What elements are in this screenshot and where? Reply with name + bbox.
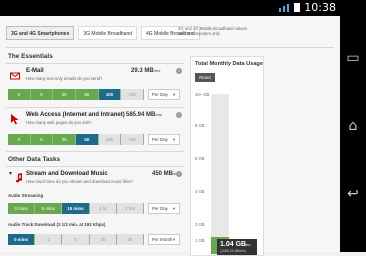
music-info-icon[interactable]: i — [176, 171, 182, 177]
web-option[interactable]: 5 — [30, 134, 54, 145]
web-options: 0 5 25 50 100 150 — [8, 134, 145, 145]
cursor-icon — [10, 112, 20, 125]
download-option-selected[interactable]: 0 mins — [8, 234, 36, 245]
chevron-down-icon: ▼ — [172, 237, 176, 242]
tab-smartphones[interactable]: 3G and 4G Smartphones — [6, 26, 75, 40]
total-usage-detail: (1065.24 MB/mo) — [220, 249, 247, 253]
email-info-icon[interactable]: i — [176, 68, 182, 74]
divider — [6, 151, 184, 152]
tab-note: 3G and 4G Mobile Broadband values are fo… — [178, 26, 247, 36]
web-option[interactable]: 100 — [98, 134, 122, 145]
divider — [6, 63, 184, 64]
total-usage-unit: /mo — [244, 243, 251, 247]
email-option[interactable]: 5 — [30, 89, 54, 100]
web-title: Web Access (Internet and Intranet) — [26, 112, 125, 118]
total-usage-value: 1.04 GB — [220, 241, 247, 248]
tick-label: 6 GB — [195, 156, 205, 161]
audio-download-label: Audio Track Download (3 1/2 min. at 192 … — [8, 222, 106, 227]
divider — [6, 166, 184, 167]
streaming-option[interactable]: 2 hrs — [116, 203, 145, 214]
chevron-down-icon: ▼ — [172, 206, 176, 211]
music-title: Stream and Download Music — [26, 171, 108, 177]
chevron-down-icon: ▼ — [172, 92, 176, 97]
web-period-dropdown[interactable]: Per Day ▼ — [148, 134, 180, 145]
streaming-period-dropdown[interactable]: Per Day ▼ — [148, 203, 180, 214]
download-option[interactable]: 30 — [116, 234, 145, 245]
email-amount: 29.3 MB/mo — [131, 68, 161, 74]
tick-label: 10+ GB — [195, 92, 210, 97]
streaming-options: 0 mins 5 mins 15 mins 1 hr 2 hrs — [8, 203, 145, 214]
email-option-selected[interactable]: 100 — [98, 89, 122, 100]
tick-label: 2 GB — [195, 222, 205, 227]
divider — [6, 107, 184, 108]
web-option[interactable]: 25 — [53, 134, 77, 145]
web-option[interactable]: 150 — [121, 134, 145, 145]
email-option[interactable]: 150 — [121, 89, 145, 100]
email-options: 0 5 25 50 100 150 — [8, 89, 145, 100]
usage-gauge — [211, 94, 229, 254]
tick-label: 1 GB — [195, 238, 205, 243]
web-amount: 585.94 MB/mo — [126, 112, 163, 118]
streaming-option[interactable]: 0 mins — [8, 203, 36, 214]
tab-3g-broadband[interactable]: 3G Mobile Broadband — [78, 26, 138, 40]
device-tabs: 3G and 4G Smartphones 3G Mobile Broadban… — [6, 26, 200, 40]
web-option[interactable]: 0 — [8, 134, 31, 145]
email-option[interactable]: 25 — [53, 89, 77, 100]
streaming-option[interactable]: 5 mins — [35, 203, 63, 214]
chevron-down-icon: ▼ — [172, 137, 176, 142]
download-options: 0 mins 1 5 15 30 — [8, 234, 145, 245]
email-icon — [10, 68, 20, 80]
recent-apps-icon[interactable]: ▭ — [345, 50, 361, 66]
web-subtitle: How many web pages do you visit? — [26, 120, 92, 125]
music-note-icon — [15, 170, 25, 183]
home-icon[interactable]: ⌂ — [345, 118, 361, 134]
streaming-option[interactable]: 1 hr — [89, 203, 117, 214]
signal-battery-icons — [279, 3, 300, 12]
reset-button[interactable]: Reset — [195, 73, 215, 82]
download-option[interactable]: 1 — [35, 234, 63, 245]
section-title-essentials: The Essentials — [8, 53, 53, 60]
total-usage-readout: 1.04 GB /mo (1065.24 MB/mo) — [217, 239, 257, 255]
status-bar: 10:38 — [0, 0, 340, 16]
web-info-icon[interactable]: i — [176, 112, 182, 118]
audio-streaming-label: Audio Streaming — [8, 193, 44, 198]
tick-label: 8 GB — [195, 123, 205, 128]
status-time: 10:38 — [304, 1, 336, 14]
music-subtitle: How much time do you stream and download… — [26, 179, 133, 184]
email-option[interactable]: 50 — [76, 89, 99, 100]
section-title-other-tasks: Other Data Tasks — [8, 156, 61, 163]
download-period-dropdown[interactable]: Per Month ▼ — [148, 234, 180, 245]
web-option-selected[interactable]: 50 — [76, 134, 99, 145]
data-calculator-page: 3G and 4G Smartphones 3G Mobile Broadban… — [0, 16, 340, 256]
navigation-bar: ▭ ⌂ ↩ — [340, 0, 366, 252]
email-period-dropdown[interactable]: Per Day ▼ — [148, 89, 180, 100]
email-title: E-Mail — [26, 68, 44, 74]
email-option[interactable]: 0 — [8, 89, 31, 100]
back-icon[interactable]: ↩ — [345, 186, 361, 202]
streaming-option-selected[interactable]: 15 mins — [62, 203, 90, 214]
email-subtitle: How many text-only emails do you send? — [26, 76, 103, 81]
download-option[interactable]: 15 — [89, 234, 117, 245]
divider — [6, 47, 334, 48]
total-usage-panel: Total Monthly Data Usage Reset 10+ GB 8 … — [190, 56, 264, 256]
tick-label: 4 GB — [195, 189, 205, 194]
panel-title: Total Monthly Data Usage — [195, 61, 263, 67]
download-option[interactable]: 5 — [62, 234, 90, 245]
